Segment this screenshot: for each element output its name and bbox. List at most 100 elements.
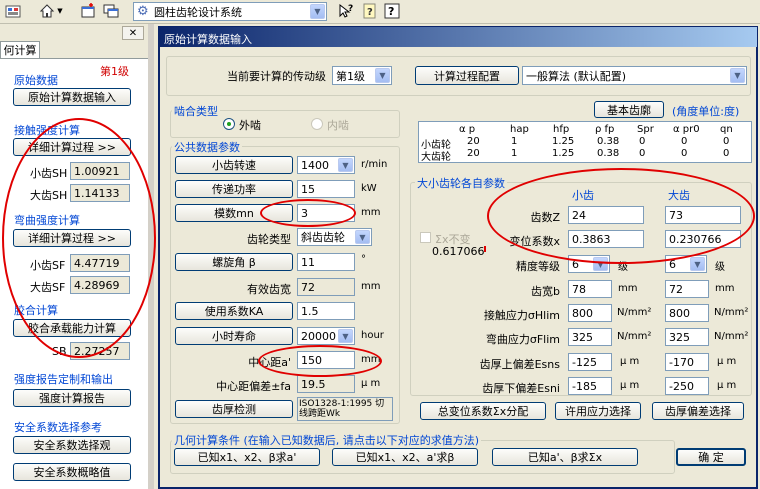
chevron-down-icon[interactable]: ▼ <box>730 68 745 83</box>
helix-button[interactable]: 螺旋角 β <box>175 253 293 271</box>
lower-small-unit: μ m <box>620 380 640 391</box>
strength-report-button[interactable]: 强度计算报告 <box>13 389 131 407</box>
bending-detail-button[interactable]: 详细计算过程 >> <box>13 229 131 247</box>
teeth-label: 齿数Z <box>530 211 560 224</box>
geo-method-3-button[interactable]: 已知a'、β求Σx <box>492 448 638 466</box>
center-tol-unit: μ m <box>361 378 381 389</box>
settings-icon[interactable] <box>2 1 24 21</box>
safety-select-button[interactable]: 安全系数选择观 <box>13 436 131 454</box>
rack-cell: 0.38 <box>597 148 620 159</box>
grade-label: 精度等级 <box>516 260 560 273</box>
hours-select[interactable]: 20000 ▼ <box>297 327 355 345</box>
chevron-down-icon[interactable]: ▼ <box>690 257 705 271</box>
stage-select[interactable]: 第1级 ▼ <box>332 66 392 85</box>
rack-cell: 1 <box>511 148 518 159</box>
sidebar-close-button[interactable]: ✕ <box>122 26 144 40</box>
lower-small-input[interactable]: -185 <box>568 377 612 395</box>
mesh-external-radio[interactable] <box>223 118 235 130</box>
width-large-input[interactable]: 72 <box>665 280 709 298</box>
chevron-down-icon[interactable]: ▼ <box>593 257 608 271</box>
geo-method-2-button[interactable]: 已知x1、x2、a'求β <box>332 448 478 466</box>
rack-cell: 1 <box>511 136 518 147</box>
upper-large-unit: μ m <box>717 356 737 367</box>
center-tol-label: 中心距偏差±fa <box>216 380 291 393</box>
section-safety: 安全系数选择参考 <box>14 421 102 434</box>
process-config-button[interactable]: 计算过程配置 <box>415 66 519 85</box>
section-bending: 弯曲强度计算 <box>14 214 80 227</box>
module-button[interactable]: 模数mn <box>175 204 293 222</box>
power-input[interactable]: 15 <box>297 180 355 198</box>
rack-cell: 0 <box>639 136 646 147</box>
speed-button[interactable]: 小齿转速 <box>175 156 293 174</box>
bending-large-input[interactable]: 325 <box>665 328 709 346</box>
window-list-icon[interactable] <box>100 1 122 21</box>
col-large-header: 大齿 <box>668 189 690 202</box>
window-icon[interactable] <box>78 1 98 21</box>
hours-button[interactable]: 小时寿命 <box>175 327 293 345</box>
ok-button[interactable]: 确 定 <box>676 448 746 466</box>
sf-small-label: 小齿SF <box>30 259 66 272</box>
original-input-button[interactable]: 原始计算数据输入 <box>13 88 131 106</box>
shift-large-input[interactable]: 0.230766 <box>665 230 741 248</box>
shift-distribution-button[interactable]: 总变位系数Σx分配 <box>420 402 546 420</box>
grade-large-select[interactable]: 6 ▼ <box>665 255 707 273</box>
helix-input[interactable]: 11 <box>297 253 355 271</box>
chevron-down-icon[interactable]: ▼ <box>375 68 390 83</box>
safety-brief-button[interactable]: 安全系数概略值 <box>13 463 131 481</box>
contact-large-unit: N/mm² <box>714 307 749 318</box>
bending-stress-label: 弯曲应力σFlim <box>485 333 560 346</box>
module-input[interactable]: 3 <box>297 204 355 222</box>
glue-calc-button[interactable]: 胶合承载能力计算 <box>13 319 131 337</box>
ka-button[interactable]: 使用系数KA <box>175 302 293 320</box>
chevron-down-icon[interactable]: ▼ <box>338 158 353 172</box>
contact-detail-button[interactable]: 详细计算过程 >> <box>13 138 131 156</box>
gear-type-select[interactable]: 斜齿齿轮 ▼ <box>297 228 372 246</box>
tooth-deviation-button[interactable]: 齿厚偏差选择 <box>652 402 744 420</box>
sb-label: SB <box>52 345 67 358</box>
allowable-stress-button[interactable]: 许用应力选择 <box>555 402 641 420</box>
lower-large-input[interactable]: -250 <box>665 377 709 395</box>
center-distance-label: 中心距a' <box>248 356 291 369</box>
contact-large-input[interactable]: 800 <box>665 304 709 322</box>
notes-icon[interactable]: ? <box>360 1 380 21</box>
section-glue: 胶合计算 <box>14 304 58 317</box>
rack-cell: 0 <box>723 136 730 147</box>
geo-method-1-button[interactable]: 已知x1、x2、β求a' <box>174 448 320 466</box>
chevron-down-icon[interactable]: ▼ <box>338 329 353 343</box>
basic-rack-button[interactable]: 基本齿廓 <box>594 101 664 118</box>
sidebar-tab[interactable]: 何计算 <box>0 41 40 58</box>
chevron-down-icon[interactable]: ▼ <box>310 4 325 19</box>
power-button[interactable]: 传递功率 <box>175 180 293 198</box>
contact-small-input[interactable]: 800 <box>568 304 612 322</box>
helix-unit: ° <box>361 254 366 265</box>
rack-cell: 1.25 <box>552 136 575 147</box>
method-select[interactable]: 一般算法 (默认配置) ▼ <box>522 66 747 85</box>
teeth-large-input[interactable]: 73 <box>665 206 741 224</box>
sidebar-scrollbar[interactable] <box>148 24 154 489</box>
module-select[interactable]: ⚙ 圆柱齿轮设计系统 ▼ <box>133 2 327 21</box>
bending-small-input[interactable]: 325 <box>568 328 612 346</box>
center-distance-input[interactable]: 150 <box>297 351 355 369</box>
rack-cell: 0 <box>681 148 688 159</box>
teeth-small-input[interactable]: 24 <box>568 206 644 224</box>
contact-stress-label: 接触应力σHlim <box>483 309 560 322</box>
speed-select[interactable]: 1400 ▼ <box>297 156 355 174</box>
upper-small-input[interactable]: -125 <box>568 353 612 371</box>
home-icon[interactable]: ▼ <box>34 1 68 21</box>
shift-small-input[interactable]: 0.3863 <box>568 230 644 248</box>
tooth-check-button[interactable]: 齿厚检测 <box>175 400 293 418</box>
upper-large-input[interactable]: -170 <box>665 353 709 371</box>
width-small-input[interactable]: 78 <box>568 280 612 298</box>
width-large-unit: mm <box>715 283 735 294</box>
help-icon[interactable]: ? <box>382 1 402 21</box>
rack-header-alpha: α p <box>459 124 476 135</box>
dropdown-arrow-icon: ▼ <box>57 7 63 15</box>
sidebar-body: 原始数据 第1级 原始计算数据输入 接触强度计算 详细计算过程 >> 小齿SH … <box>0 58 148 489</box>
section-report: 强度报告定制和输出 <box>14 373 113 386</box>
chevron-down-icon[interactable]: ▼ <box>355 230 370 244</box>
center-distance-unit: mm <box>361 354 381 365</box>
whatsthis-icon[interactable]: ? <box>336 1 356 21</box>
grade-small-select[interactable]: 6 ▼ <box>568 255 610 273</box>
ka-input[interactable]: 1.5 <box>297 302 355 320</box>
speed-unit: r/min <box>361 159 388 170</box>
